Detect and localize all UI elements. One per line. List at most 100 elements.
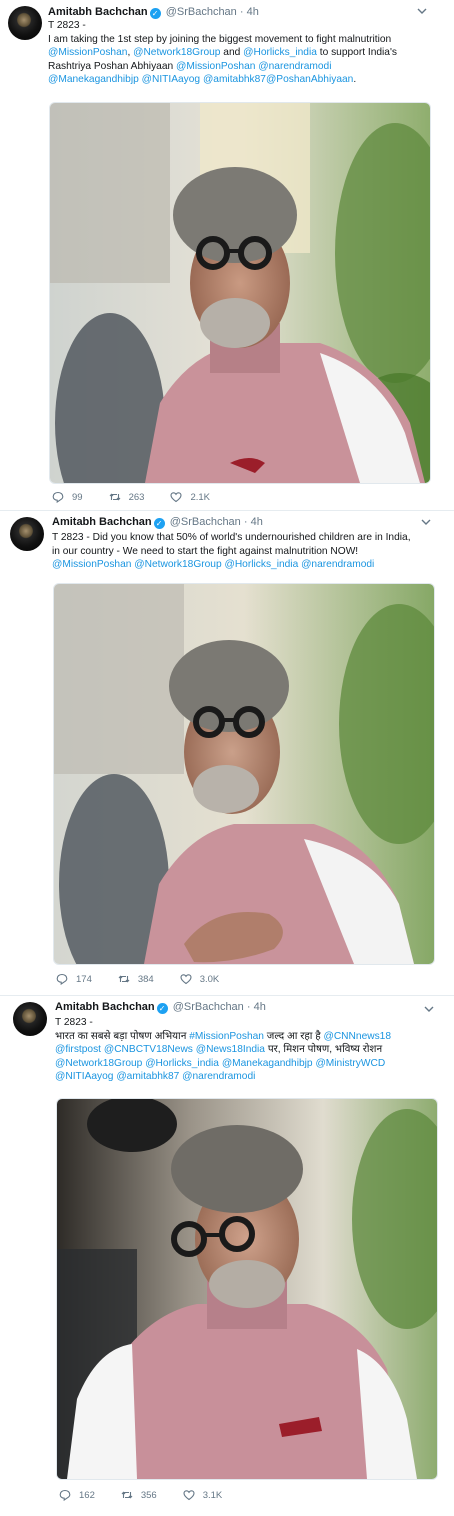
author-name[interactable]: Amitabh Bachchan xyxy=(55,1001,155,1013)
like-button[interactable]: 3.1K xyxy=(183,1489,222,1501)
tweet-photo[interactable] xyxy=(49,102,431,484)
hashtag-link[interactable]: #MissionPoshan xyxy=(189,1031,264,1042)
text-line: @Manekagandhibjp @NITIAayog @amitabhk87@… xyxy=(48,73,443,87)
like-button[interactable]: 3.0K xyxy=(180,973,219,985)
verified-badge-icon: ✓ xyxy=(149,8,161,19)
photo-man-gesturing xyxy=(54,584,434,964)
separator: · xyxy=(246,1001,251,1013)
avatar[interactable] xyxy=(10,517,44,551)
mention-link[interactable]: @narendramodi xyxy=(182,1071,255,1082)
reply-count: 99 xyxy=(72,491,83,503)
mention-link[interactable]: @NITIAayog xyxy=(55,1071,113,1082)
mention-link[interactable]: @CNNnews18 xyxy=(323,1031,391,1042)
reply-icon xyxy=(52,491,64,503)
mention-link[interactable]: @MinistryWCD xyxy=(315,1058,385,1069)
text-line: @NITIAayog @amitabhk87 @narendramodi xyxy=(55,1070,450,1084)
reply-button[interactable]: 174 xyxy=(56,973,92,985)
mention-link[interactable]: @CNBCTV18News xyxy=(104,1044,193,1055)
reply-button[interactable]: 99 xyxy=(52,491,83,503)
text-line: T 2823 - xyxy=(48,20,86,31)
timestamp[interactable]: 4h xyxy=(254,1001,266,1013)
author-name[interactable]: Amitabh Bachchan xyxy=(48,6,148,18)
tweet-photo[interactable] xyxy=(56,1098,438,1480)
mention-link[interactable]: @firstpost xyxy=(55,1044,101,1055)
retweet-count: 356 xyxy=(140,1489,157,1501)
timestamp[interactable]: 4h xyxy=(247,6,259,18)
mention-link[interactable]: @MissionPoshan xyxy=(52,559,131,570)
tweet-photo[interactable] xyxy=(53,583,435,965)
mention-link[interactable]: @NITIAayog xyxy=(142,74,200,85)
reply-button[interactable]: 162 xyxy=(59,1489,95,1501)
mention-link[interactable]: @Network18Group xyxy=(55,1058,142,1069)
text-fragment: and xyxy=(220,47,244,59)
tweet-2[interactable]: Amitabh Bachchan ✓ @SrBachchan · 4h T 282… xyxy=(0,511,454,996)
avatar[interactable] xyxy=(13,1002,47,1036)
mention-link[interactable]: @Network18Group xyxy=(133,47,220,58)
photo-man-smiling xyxy=(57,1099,437,1479)
tweet-header: Amitabh Bachchan ✓ @SrBachchan · 4h xyxy=(52,515,263,529)
mention-link[interactable]: @amitabhk87 xyxy=(203,74,266,85)
text-fragment: Rashtriya Poshan Abhiyaan xyxy=(48,60,176,72)
retweet-icon xyxy=(109,493,120,501)
retweet-count: 384 xyxy=(137,973,154,985)
separator: · xyxy=(239,6,244,18)
text-line: Rashtriya Poshan Abhiyaan @MissionPoshan… xyxy=(48,60,443,74)
text-line: I am taking the 1st step by joining the … xyxy=(48,33,392,45)
tweet-text: T 2823 - I am taking the 1st step by joi… xyxy=(48,19,443,87)
separator: · xyxy=(243,516,248,528)
verified-badge-icon: ✓ xyxy=(153,518,165,529)
text-line: T 2823 - Did you know that 50% of world'… xyxy=(52,532,411,543)
heart-icon xyxy=(180,974,192,985)
mention-link[interactable]: @News18India xyxy=(196,1044,265,1055)
mention-link[interactable]: @MissionPoshan xyxy=(176,61,255,72)
chevron-down-icon[interactable] xyxy=(420,517,432,529)
tweet-text: T 2823 - भारत का सबसे बड़ा पोषण अभियान #… xyxy=(55,1016,450,1084)
text-line: @MissionPoshan, @Network18Group and @Hor… xyxy=(48,46,443,60)
text-line: @MissionPoshan @Network18Group @Horlicks… xyxy=(52,558,447,572)
text-fragment: जल्द आ रहा है xyxy=(263,1030,324,1042)
mention-link[interactable]: @narendramodi xyxy=(258,61,331,72)
mention-link[interactable]: @MissionPoshan xyxy=(48,47,127,58)
text-fragment: पर, मिशन पोषण, भविष्य रोशन xyxy=(264,1044,383,1056)
heart-icon xyxy=(183,1490,195,1501)
reply-icon xyxy=(59,1489,71,1501)
chevron-down-icon[interactable] xyxy=(416,6,428,18)
timestamp[interactable]: 4h xyxy=(251,516,263,528)
avatar[interactable] xyxy=(8,6,42,40)
reply-icon xyxy=(56,973,68,985)
text-line: @firstpost @CNBCTV18News @News18India पर… xyxy=(55,1043,450,1057)
mention-link[interactable]: @amitabhk87 xyxy=(116,1071,179,1082)
tweet-3[interactable]: Amitabh Bachchan ✓ @SrBachchan · 4h T 282… xyxy=(0,996,454,1515)
reply-count: 162 xyxy=(79,1489,95,1501)
author-name[interactable]: Amitabh Bachchan xyxy=(52,516,152,528)
mention-link[interactable]: @Horlicks_india xyxy=(243,47,317,58)
tweet-header: Amitabh Bachchan ✓ @SrBachchan · 4h xyxy=(48,5,259,19)
retweet-button[interactable]: 263 xyxy=(109,491,144,503)
retweet-button[interactable]: 356 xyxy=(121,1489,157,1501)
photo-man-in-pink-jacket xyxy=(50,103,430,483)
mention-link[interactable]: @Horlicks_india xyxy=(224,559,298,570)
author-handle[interactable]: @SrBachchan xyxy=(170,516,241,528)
author-handle[interactable]: @SrBachchan xyxy=(173,1001,244,1013)
text-line: भारत का सबसे बड़ा पोषण अभियान #MissionPo… xyxy=(55,1030,450,1044)
mention-link[interactable]: @Manekagandhibjp xyxy=(48,74,139,85)
tweet-1[interactable]: Amitabh Bachchan ✓ @SrBachchan · 4h T 282… xyxy=(0,0,454,511)
like-button[interactable]: 2.1K xyxy=(170,491,210,503)
retweet-icon xyxy=(121,1491,133,1499)
mention-link[interactable]: @narendramodi xyxy=(301,559,374,570)
mention-link[interactable]: @PoshanAbhiyaan xyxy=(266,74,353,85)
mention-link[interactable]: @Network18Group xyxy=(134,559,221,570)
text-line: T 2823 - xyxy=(55,1017,93,1028)
like-count: 2.1K xyxy=(190,491,210,503)
text-line: @Network18Group @Horlicks_india @Manekag… xyxy=(55,1057,450,1071)
text-fragment: . xyxy=(353,74,357,86)
retweet-button[interactable]: 384 xyxy=(118,973,154,985)
mention-link[interactable]: @Manekagandhibjp xyxy=(222,1058,313,1069)
mention-link[interactable]: @Horlicks_india xyxy=(145,1058,219,1069)
tweet-text: T 2823 - Did you know that 50% of world'… xyxy=(52,531,447,572)
tweet-actions: 162 356 3.1K xyxy=(59,1489,248,1501)
text-fragment: to support India's xyxy=(316,47,398,59)
tweet-header: Amitabh Bachchan ✓ @SrBachchan · 4h xyxy=(55,1000,266,1014)
chevron-down-icon[interactable] xyxy=(423,1004,435,1016)
author-handle[interactable]: @SrBachchan xyxy=(166,6,237,18)
